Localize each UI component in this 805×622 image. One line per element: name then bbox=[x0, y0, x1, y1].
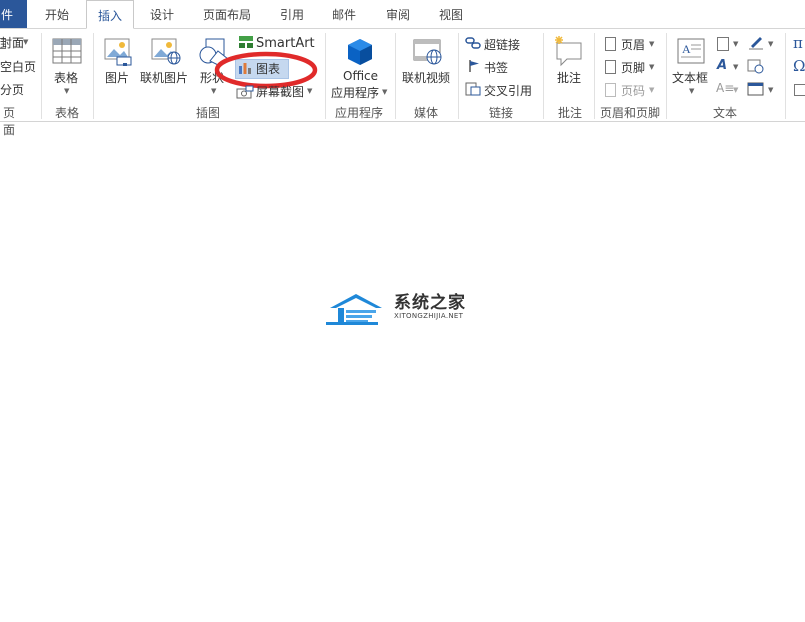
picture-button[interactable]: 图片 bbox=[105, 69, 129, 86]
chevron-down-icon[interactable]: ▼ bbox=[768, 40, 773, 48]
symbol-button[interactable]: Ω bbox=[793, 57, 805, 75]
signature-line-icon[interactable] bbox=[747, 35, 765, 51]
online-video-button[interactable]: 联机视频 bbox=[402, 69, 450, 86]
tab-references[interactable]: 引用 bbox=[272, 0, 312, 28]
group-divider bbox=[666, 33, 667, 119]
date-time-icon[interactable] bbox=[747, 58, 765, 74]
group-label-text: 文本 bbox=[712, 106, 737, 120]
comment-button[interactable]: 批注 bbox=[557, 69, 581, 86]
textbox-icon: A bbox=[677, 38, 705, 64]
cross-reference-icon bbox=[465, 82, 481, 96]
svg-text:A: A bbox=[682, 42, 691, 56]
group-divider bbox=[93, 33, 94, 119]
hyperlink-icon bbox=[465, 37, 481, 49]
chevron-down-icon[interactable]: ▼ bbox=[649, 86, 654, 94]
footer-button[interactable]: 页脚 bbox=[621, 59, 645, 76]
online-picture-icon bbox=[151, 38, 181, 65]
tab-mailings[interactable]: 邮件 bbox=[324, 0, 364, 28]
group-divider bbox=[395, 33, 396, 119]
chevron-down-icon[interactable]: ▼ bbox=[733, 86, 738, 94]
cross-reference-button[interactable]: 交叉引用 bbox=[484, 82, 532, 99]
watermark-title: 系统之家 bbox=[394, 293, 466, 313]
tab-view[interactable]: 视图 bbox=[431, 0, 471, 28]
group-label-tables: 表格 bbox=[54, 106, 79, 120]
group-divider bbox=[785, 33, 786, 119]
tab-review[interactable]: 审阅 bbox=[378, 0, 418, 28]
wordart-icon[interactable]: A bbox=[717, 58, 727, 73]
group-label-pages: 页面 bbox=[2, 106, 15, 137]
table-icon bbox=[52, 38, 82, 64]
chevron-down-icon[interactable]: ▼ bbox=[382, 88, 387, 96]
online-picture-button[interactable]: 联机图片 bbox=[140, 69, 188, 86]
blank-page-button[interactable]: 空白页 bbox=[0, 58, 36, 75]
page-number-icon bbox=[605, 83, 616, 97]
office-apps-button[interactable]: Office bbox=[343, 69, 378, 83]
online-video-icon bbox=[413, 39, 442, 65]
table-button[interactable]: 表格 bbox=[54, 69, 78, 86]
office-store-icon bbox=[348, 39, 372, 65]
tab-insert[interactable]: 插入 bbox=[86, 0, 134, 29]
textbox-button[interactable]: 文本框 bbox=[672, 69, 708, 86]
chevron-down-icon[interactable]: ▼ bbox=[307, 87, 312, 95]
chevron-down-icon[interactable]: ▼ bbox=[23, 38, 28, 46]
header-icon bbox=[605, 37, 616, 51]
office-apps-button-label[interactable]: 应用程序 bbox=[331, 84, 379, 101]
chevron-down-icon[interactable]: ▼ bbox=[733, 63, 738, 71]
tab-file[interactable]: 件 bbox=[0, 0, 27, 28]
chevron-down-icon[interactable]: ▼ bbox=[689, 87, 694, 95]
chevron-down-icon[interactable]: ▼ bbox=[649, 63, 654, 71]
bookmark-icon bbox=[469, 60, 479, 72]
group-label-apps: 应用程序 bbox=[334, 106, 383, 120]
ribbon-tab-bar: 件 开始 插入 设计 页面布局 引用 邮件 审阅 视图 bbox=[0, 0, 805, 29]
group-divider bbox=[543, 33, 544, 119]
watermark-url: XITONGZHIJIA.NET bbox=[394, 312, 464, 320]
header-button[interactable]: 页眉 bbox=[621, 36, 645, 53]
object-icon[interactable] bbox=[747, 81, 765, 97]
picture-icon bbox=[104, 38, 132, 66]
group-label-media: 媒体 bbox=[413, 106, 438, 120]
chevron-down-icon[interactable]: ▼ bbox=[64, 87, 69, 95]
cover-page-button[interactable]: 封面 bbox=[0, 34, 24, 51]
group-label-illustrations: 插图 bbox=[195, 106, 220, 120]
ribbon-insert-panel: 封面 ▼ 空白页 分页 页面 表格 ▼ 表格 图片 联机图片 形状 ▼ Smar… bbox=[0, 29, 805, 137]
bookmark-button[interactable]: 书签 bbox=[484, 59, 508, 76]
drop-cap-icon[interactable]: A≡ bbox=[716, 81, 734, 95]
screenshot-button[interactable]: 屏幕截图 bbox=[256, 83, 304, 100]
group-divider bbox=[325, 33, 326, 119]
screenshot-icon bbox=[236, 85, 254, 99]
chevron-down-icon[interactable]: ▼ bbox=[649, 40, 654, 48]
smartart-icon bbox=[239, 36, 253, 48]
tab-layout[interactable]: 页面布局 bbox=[196, 0, 258, 28]
group-label-header-footer: 页眉和页脚 bbox=[599, 106, 660, 120]
group-divider bbox=[41, 33, 42, 119]
equation-button[interactable]: π bbox=[793, 34, 803, 52]
new-comment-icon bbox=[555, 36, 582, 67]
group-divider bbox=[458, 33, 459, 119]
house-logo-icon bbox=[326, 294, 382, 325]
group-label-comments: 批注 bbox=[557, 106, 582, 120]
group-label-links: 链接 bbox=[488, 106, 513, 120]
hyperlink-button[interactable]: 超链接 bbox=[484, 36, 520, 53]
page-number-button[interactable]: 页码 bbox=[621, 82, 645, 99]
quick-parts-icon[interactable] bbox=[717, 37, 729, 51]
tab-home[interactable]: 开始 bbox=[38, 0, 76, 28]
footer-icon bbox=[605, 60, 616, 74]
chevron-down-icon[interactable]: ▼ bbox=[733, 40, 738, 48]
tab-design[interactable]: 设计 bbox=[142, 0, 182, 28]
number-icon[interactable] bbox=[794, 84, 805, 96]
chevron-down-icon[interactable]: ▼ bbox=[768, 86, 773, 94]
group-divider bbox=[594, 33, 595, 119]
watermark-logo: 系统之家 XITONGZHIJIA.NET bbox=[326, 288, 486, 358]
page-break-button[interactable]: 分页 bbox=[0, 81, 24, 98]
